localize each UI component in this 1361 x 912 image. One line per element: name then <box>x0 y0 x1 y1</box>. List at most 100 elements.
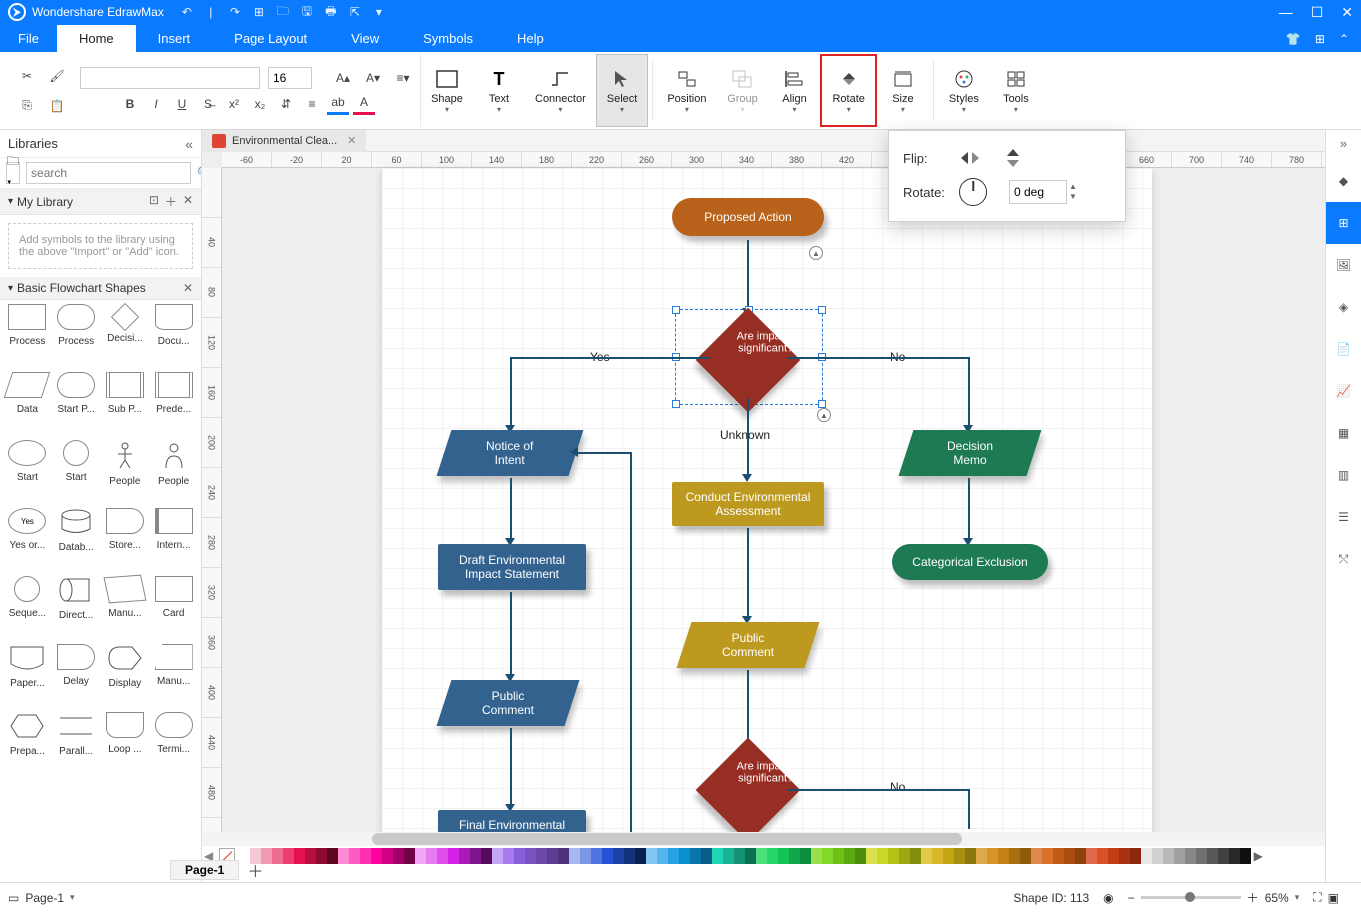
save-icon[interactable]: 🖫 <box>298 3 316 21</box>
color-swatch[interactable] <box>580 848 591 864</box>
tab-help[interactable]: Help <box>495 25 566 52</box>
subscript-icon[interactable]: x₂ <box>249 93 271 115</box>
color-swatch[interactable] <box>822 848 833 864</box>
connector[interactable] <box>968 478 970 540</box>
align-button[interactable]: Align▾ <box>768 54 820 127</box>
color-swatch[interactable] <box>668 848 679 864</box>
section-chevron-icon[interactable]: ▾ <box>8 196 13 207</box>
rotate-button[interactable]: Rotate▾ <box>820 54 876 127</box>
color-swatch[interactable] <box>965 848 976 864</box>
color-swatch[interactable] <box>1031 848 1042 864</box>
color-swatch[interactable] <box>811 848 822 864</box>
color-swatch[interactable] <box>1119 848 1130 864</box>
connector[interactable] <box>510 478 512 540</box>
color-swatch[interactable] <box>976 848 987 864</box>
minimize-icon[interactable]: — <box>1279 4 1293 21</box>
superscript-icon[interactable]: x² <box>223 93 245 115</box>
color-swatch[interactable] <box>613 848 624 864</box>
color-swatch[interactable] <box>1108 848 1119 864</box>
connector[interactable] <box>630 452 632 846</box>
color-swatch[interactable] <box>569 848 580 864</box>
maximize-icon[interactable]: ☐ <box>1311 4 1324 21</box>
collapse-libraries-icon[interactable]: « <box>185 136 193 152</box>
color-swatch[interactable] <box>1240 848 1251 864</box>
page-select[interactable]: Page-1 <box>25 891 64 905</box>
library-shape[interactable]: Termi... <box>150 712 197 778</box>
collapse-ribbon-icon[interactable]: ⌃ <box>1339 32 1349 46</box>
tshirt-icon[interactable]: 👕 <box>1286 32 1301 46</box>
color-swatch[interactable] <box>866 848 877 864</box>
color-swatch[interactable] <box>932 848 943 864</box>
new-icon[interactable]: ⊞ <box>250 3 268 21</box>
layers-icon[interactable]: ◈ <box>1326 286 1361 328</box>
color-swatch[interactable] <box>1152 848 1163 864</box>
proposed-action-node[interactable]: Proposed Action <box>672 198 824 236</box>
color-swatch[interactable] <box>327 848 338 864</box>
bullets-icon[interactable]: ≡ <box>301 93 323 115</box>
font-color-icon[interactable]: A <box>353 93 375 115</box>
are-impacts-node-2[interactable]: Are impacts significant? <box>696 738 801 843</box>
colorbar-right-icon[interactable]: ▶ <box>1251 849 1265 863</box>
doc-tab-close-icon[interactable]: ✕ <box>347 134 356 147</box>
connector[interactable] <box>747 240 749 310</box>
page[interactable]: Proposed Action ▲ Are impacts significan… <box>382 168 1152 846</box>
color-swatch[interactable] <box>1064 848 1075 864</box>
document-tab[interactable]: Environmental Clea... ✕ <box>202 130 366 152</box>
color-swatch[interactable] <box>888 848 899 864</box>
library-shape[interactable]: Prepa... <box>4 712 51 778</box>
increase-font-icon[interactable]: A▴ <box>332 67 354 89</box>
connector[interactable] <box>576 452 630 454</box>
rotation-down-icon[interactable]: ▼ <box>1069 192 1077 202</box>
cut-icon[interactable]: ✂ <box>16 65 38 87</box>
color-swatch[interactable] <box>1097 848 1108 864</box>
list-icon[interactable]: ☰ <box>1326 496 1361 538</box>
paste-icon[interactable]: 📋 <box>46 95 68 117</box>
color-swatch[interactable] <box>591 848 602 864</box>
color-swatch[interactable] <box>360 848 371 864</box>
styles-button[interactable]: Styles▾ <box>938 54 990 127</box>
color-swatch[interactable] <box>294 848 305 864</box>
color-swatch[interactable] <box>404 848 415 864</box>
fill-icon[interactable]: ◆ <box>1326 160 1361 202</box>
strikethrough-icon[interactable]: S̶ <box>197 93 219 115</box>
color-swatch[interactable] <box>921 848 932 864</box>
connector[interactable] <box>510 357 710 359</box>
library-shape[interactable]: Process <box>53 304 100 370</box>
font-family-select[interactable] <box>80 67 260 89</box>
fit-page-icon[interactable]: ▣ <box>1328 891 1339 905</box>
library-shape[interactable]: Delay <box>53 644 100 710</box>
notice-intent-node[interactable]: Notice of Intent <box>437 430 584 476</box>
shuffle-icon[interactable]: ⤲ <box>1326 538 1361 580</box>
color-swatch[interactable] <box>778 848 789 864</box>
qat-more-icon[interactable]: ▾ <box>370 3 388 21</box>
font-size-select[interactable] <box>268 67 312 89</box>
color-swatch[interactable] <box>701 848 712 864</box>
library-shape[interactable]: Loop ... <box>102 712 149 778</box>
library-shape[interactable]: Data <box>4 372 51 438</box>
undo-icon[interactable]: ↶ <box>178 3 196 21</box>
bar-icon[interactable]: ▥ <box>1326 454 1361 496</box>
color-swatch[interactable] <box>1229 848 1240 864</box>
color-swatch[interactable] <box>745 848 756 864</box>
color-swatch[interactable] <box>338 848 349 864</box>
tab-pagelayout[interactable]: Page Layout <box>212 25 329 52</box>
library-shape[interactable]: People <box>150 440 197 506</box>
connector[interactable] <box>747 670 749 748</box>
section-close-icon[interactable]: ✕ <box>183 281 193 295</box>
library-shape[interactable]: Decisi... <box>102 304 149 370</box>
highlight-icon[interactable]: ab <box>327 93 349 115</box>
color-swatch[interactable] <box>481 848 492 864</box>
public-comment-node-r[interactable]: Public Comment <box>677 622 820 668</box>
connector[interactable] <box>510 592 512 676</box>
group-button[interactable]: Group▾ <box>716 54 768 127</box>
preview-icon[interactable]: ◉ <box>1103 891 1113 905</box>
copy-icon[interactable]: ⎘ <box>16 95 38 117</box>
expand-circle-icon[interactable]: ▲ <box>809 246 823 260</box>
shape-button[interactable]: Shape▾ <box>421 54 473 127</box>
categorical-exclusion-node[interactable]: Categorical Exclusion <box>892 544 1048 580</box>
open-icon[interactable]: 🗀 <box>274 3 292 21</box>
connector[interactable] <box>510 357 512 427</box>
color-swatch[interactable] <box>525 848 536 864</box>
color-swatch[interactable] <box>1020 848 1031 864</box>
library-shape[interactable]: Card <box>150 576 197 642</box>
